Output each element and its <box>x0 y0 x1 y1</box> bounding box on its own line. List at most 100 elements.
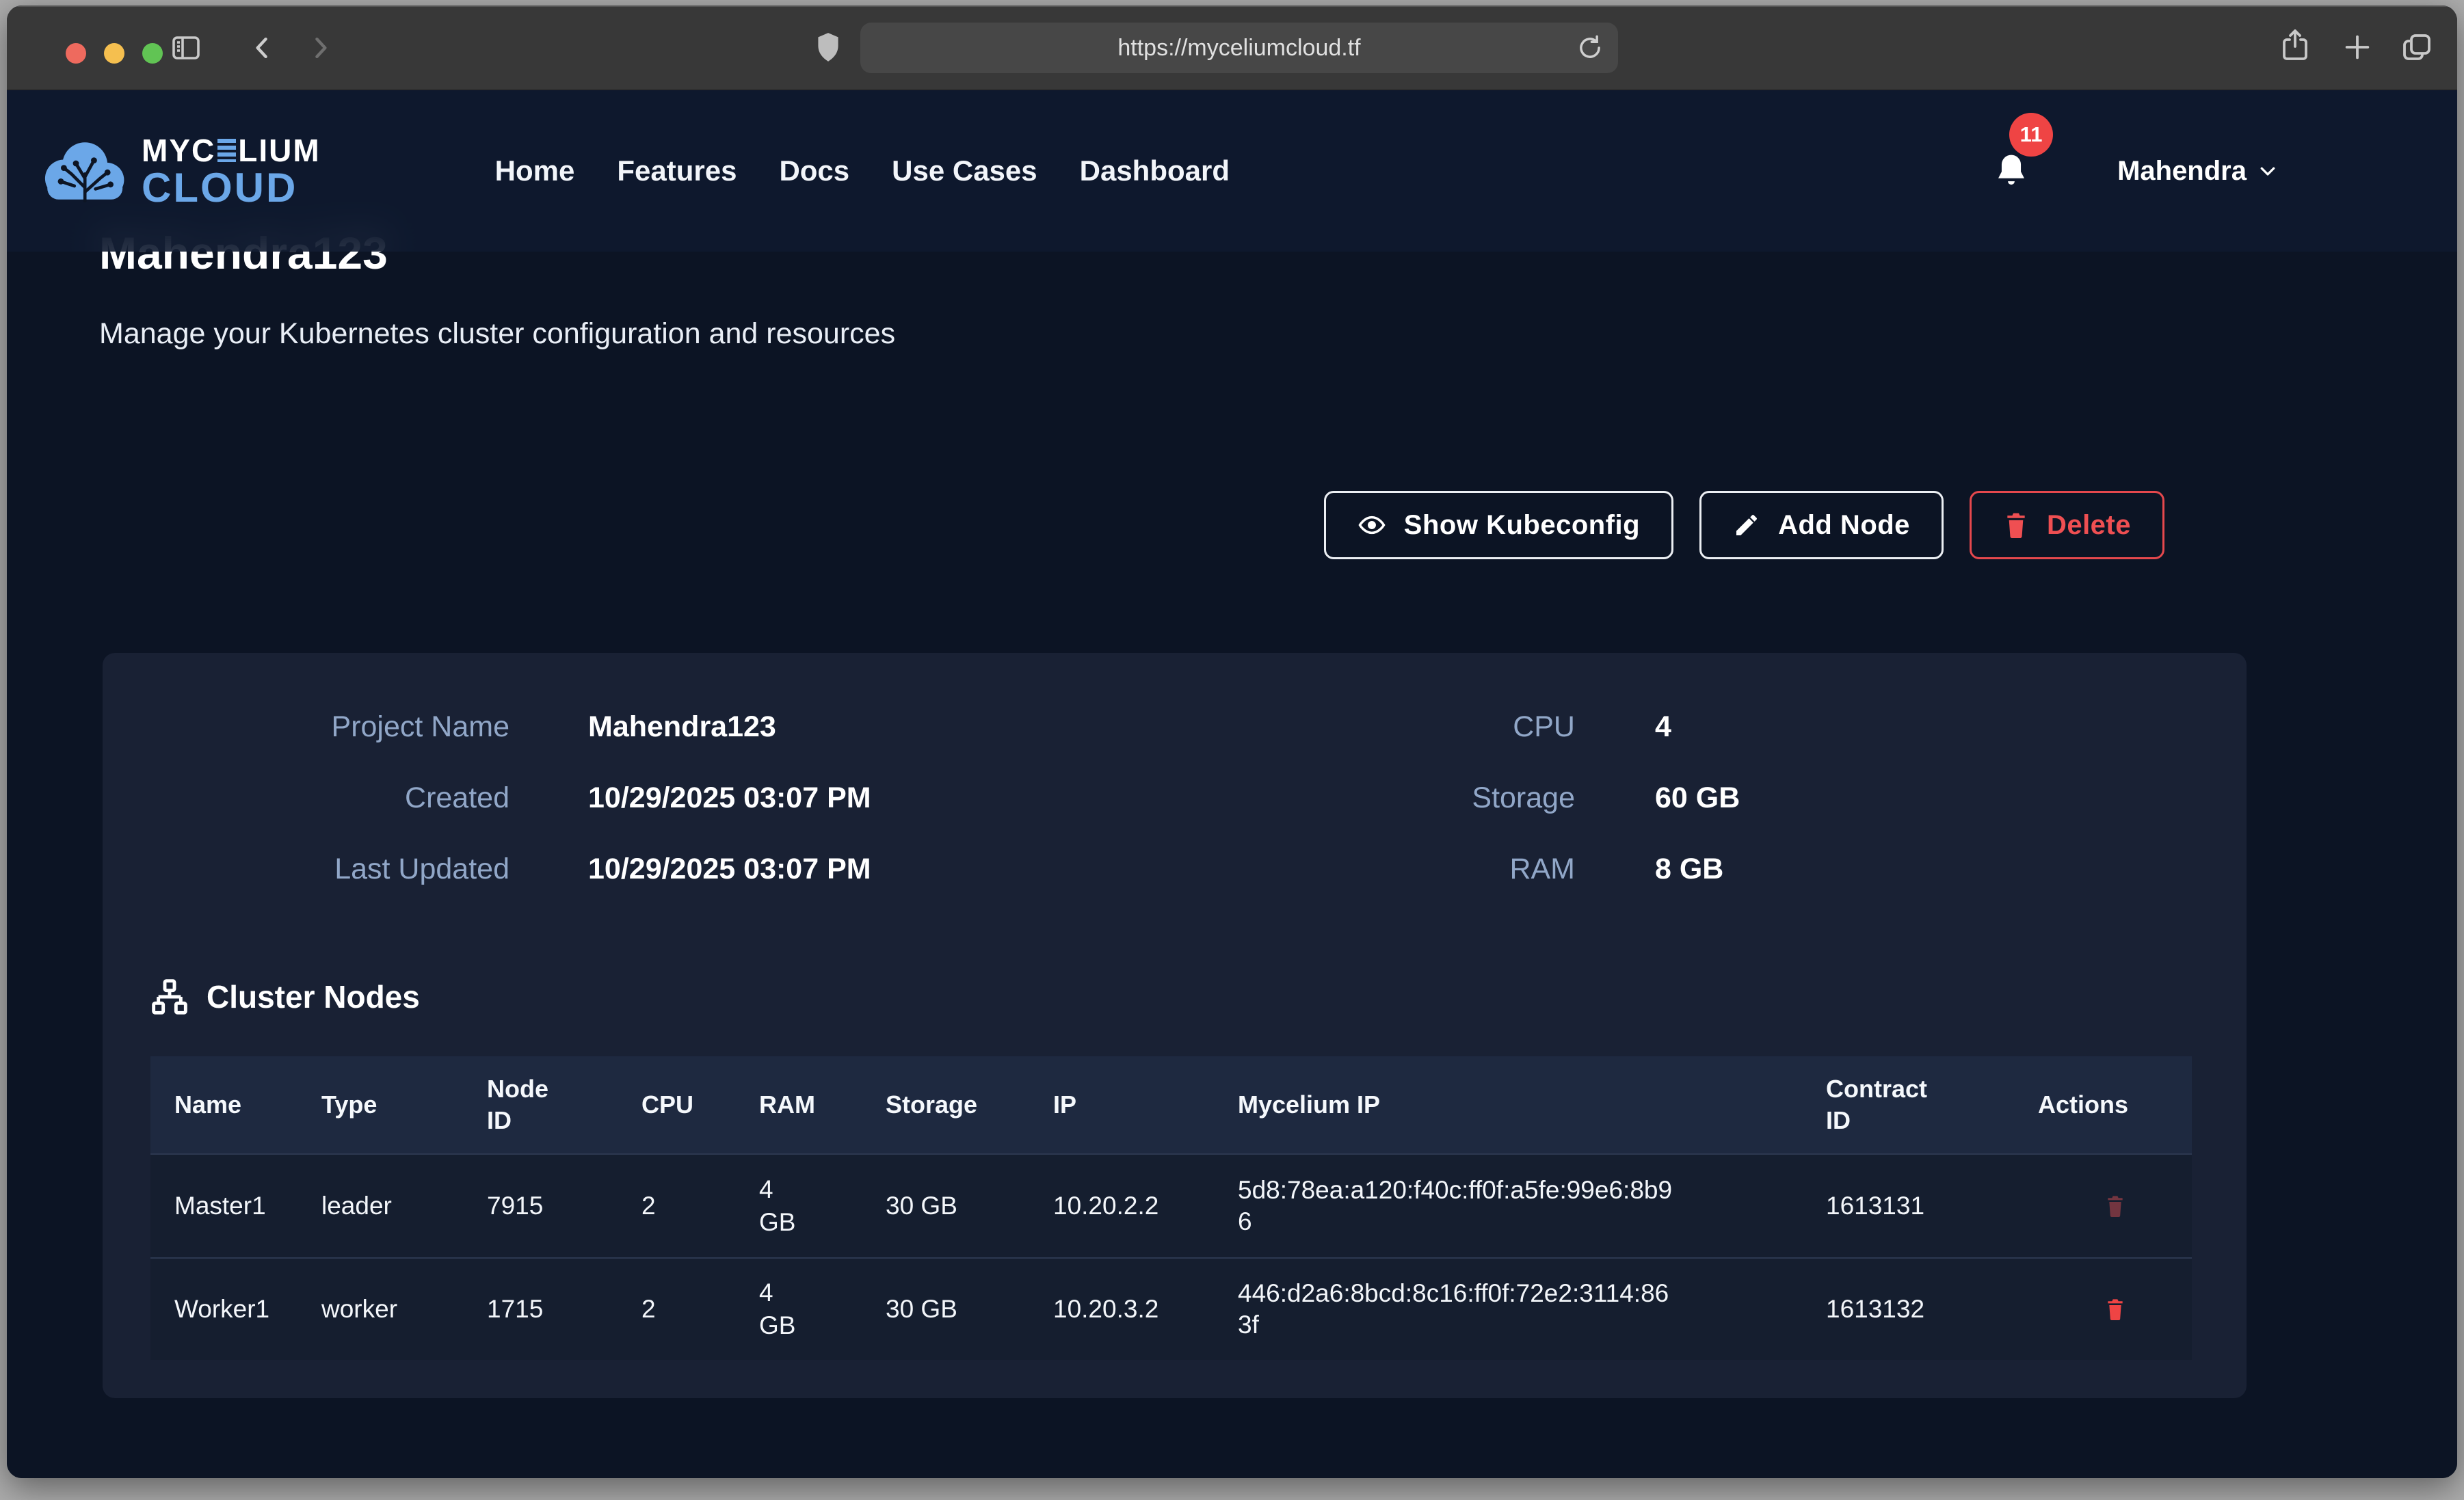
show-kubeconfig-button[interactable]: Show Kubeconfig <box>1324 491 1673 559</box>
reload-icon[interactable] <box>1576 34 1604 62</box>
col-ram: RAM <box>759 1090 886 1119</box>
cluster-actions: Show Kubeconfig Add Node Delete <box>99 491 2164 559</box>
pencil-icon <box>1733 511 1760 539</box>
row1-mycelium-ip: 446:d2a6:8bcd:8c16:ff0f:72e2:3114:863f <box>1238 1278 1826 1341</box>
back-icon[interactable] <box>248 33 278 63</box>
ram-value: 8 GB <box>1655 853 1723 886</box>
show-kubeconfig-label: Show Kubeconfig <box>1404 510 1640 541</box>
forward-icon[interactable] <box>305 33 335 63</box>
trash-icon <box>2003 511 2029 539</box>
brand-word1-post: LIUM <box>238 134 320 167</box>
row1-contract-id: 1613132 <box>1826 1295 2038 1324</box>
ram-row: RAM 8 GB <box>1197 833 2247 905</box>
col-ip: IP <box>1053 1090 1238 1119</box>
new-tab-icon[interactable] <box>2342 31 2373 63</box>
col-storage: Storage <box>886 1090 1053 1119</box>
row0-storage: 30 GB <box>886 1192 1053 1220</box>
delete-label: Delete <box>2047 510 2131 541</box>
minimize-window-button[interactable] <box>104 43 124 64</box>
col-mycelium-ip: Mycelium IP <box>1238 1090 1826 1119</box>
network-nodes-icon <box>150 978 189 1016</box>
project-name-row: Project Name Mahendra123 <box>103 691 1197 762</box>
trash-icon <box>2104 1194 2126 1218</box>
row0-ip: 10.20.2.2 <box>1053 1192 1238 1220</box>
last-updated-value: 10/29/2025 03:07 PM <box>588 853 871 886</box>
add-node-button[interactable]: Add Node <box>1699 491 1944 559</box>
mycelium-cloud-logo-icon <box>38 133 129 209</box>
col-cpu: CPU <box>641 1090 759 1119</box>
nav-item-docs[interactable]: Docs <box>779 155 849 187</box>
brand-wordmark: MYC LIUM CLOUD <box>142 134 321 208</box>
cluster-detail-page: Mahendra123 Manage your Kubernetes clust… <box>7 90 2457 1398</box>
add-node-label: Add Node <box>1778 510 1910 541</box>
nodes-table: Name Type Node ID CPU RAM Storage IP Myc… <box>150 1056 2192 1360</box>
notification-badge: 11 <box>2009 113 2053 157</box>
created-label: Created <box>103 781 509 815</box>
col-contract-id: Contract ID <box>1826 1073 1946 1136</box>
close-window-button[interactable] <box>66 43 86 64</box>
address-bar[interactable]: https://myceliumcloud.tf <box>860 23 1618 73</box>
project-name-label: Project Name <box>103 710 509 744</box>
page-viewport: MYC LIUM CLOUD Home Features Docs Use Cas… <box>7 90 2457 1478</box>
row0-name: Master1 <box>150 1192 321 1220</box>
ram-label: RAM <box>1197 853 1575 886</box>
nav-item-home[interactable]: Home <box>495 155 575 187</box>
url-text: https://myceliumcloud.tf <box>1117 35 1360 62</box>
site-navbar: MYC LIUM CLOUD Home Features Docs Use Cas… <box>7 90 2457 252</box>
nav-item-use-cases[interactable]: Use Cases <box>892 155 1037 187</box>
row0-cpu: 2 <box>641 1192 759 1220</box>
row1-ram: 4 GB <box>759 1276 800 1342</box>
row0-mycelium-ip: 5d8:78ea:a120:f40c:ff0f:a5fe:99e6:8b96 <box>1238 1175 1826 1237</box>
tab-overview-icon[interactable] <box>2400 30 2433 63</box>
storage-value: 60 GB <box>1655 781 1740 815</box>
table-row: Worker1 worker 1715 2 4 GB 30 GB 10.20.3… <box>150 1257 2192 1360</box>
row1-node-id: 1715 <box>487 1295 641 1324</box>
nodes-table-header: Name Type Node ID CPU RAM Storage IP Myc… <box>150 1056 2192 1155</box>
eye-icon <box>1357 511 1386 539</box>
row1-cpu: 2 <box>641 1295 759 1324</box>
brand-word2: CLOUD <box>142 168 321 208</box>
cpu-value: 4 <box>1655 710 1671 744</box>
delete-node-button[interactable] <box>2104 1194 2126 1218</box>
row0-type: leader <box>321 1192 487 1220</box>
created-row: Created 10/29/2025 03:07 PM <box>103 762 1197 833</box>
cpu-row: CPU 4 <box>1197 691 2247 762</box>
notifications-button[interactable]: 11 <box>1993 151 2030 191</box>
table-row: Master1 leader 7915 2 4 GB 30 GB 10.20.2… <box>150 1155 2192 1257</box>
chevron-down-icon <box>2257 161 2278 181</box>
row0-ram: 4 GB <box>759 1173 800 1239</box>
row0-node-id: 7915 <box>487 1192 641 1220</box>
brand-logo[interactable]: MYC LIUM CLOUD <box>38 133 321 209</box>
trash-icon <box>2104 1297 2126 1322</box>
row1-ip: 10.20.3.2 <box>1053 1295 1238 1324</box>
delete-node-button[interactable] <box>2104 1297 2126 1322</box>
storage-label: Storage <box>1197 781 1575 815</box>
col-node-id: Node ID <box>487 1073 566 1136</box>
sidebar-toggle-icon[interactable] <box>170 31 202 64</box>
brand-word1-pre: MYC <box>142 134 215 167</box>
col-actions: Actions <box>2038 1090 2192 1119</box>
storage-row: Storage 60 GB <box>1197 762 2247 833</box>
delete-cluster-button[interactable]: Delete <box>1970 491 2164 559</box>
row1-type: worker <box>321 1295 487 1324</box>
page-subtitle: Manage your Kubernetes cluster configura… <box>99 316 2457 351</box>
row1-name: Worker1 <box>150 1295 321 1324</box>
privacy-shield-icon[interactable] <box>811 30 845 64</box>
cluster-nodes-title: Cluster Nodes <box>207 978 420 1015</box>
last-updated-row: Last Updated 10/29/2025 03:07 PM <box>103 833 1197 905</box>
row0-contract-id: 1613131 <box>1826 1192 2038 1220</box>
row1-storage: 30 GB <box>886 1295 1053 1324</box>
zoom-window-button[interactable] <box>142 43 163 64</box>
nav-item-features[interactable]: Features <box>617 155 737 187</box>
last-updated-label: Last Updated <box>103 853 509 886</box>
nav-item-dashboard[interactable]: Dashboard <box>1080 155 1230 187</box>
col-name: Name <box>150 1090 321 1119</box>
browser-window: https://myceliumcloud.tf <box>7 5 2457 1478</box>
cpu-label: CPU <box>1197 710 1575 744</box>
user-menu[interactable]: Mahendra <box>2117 156 2278 187</box>
cluster-nodes-heading: Cluster Nodes <box>150 976 2247 1017</box>
browser-chrome: https://myceliumcloud.tf <box>7 5 2457 90</box>
share-icon[interactable] <box>2279 27 2311 63</box>
col-type: Type <box>321 1090 487 1119</box>
user-name: Mahendra <box>2117 156 2247 187</box>
